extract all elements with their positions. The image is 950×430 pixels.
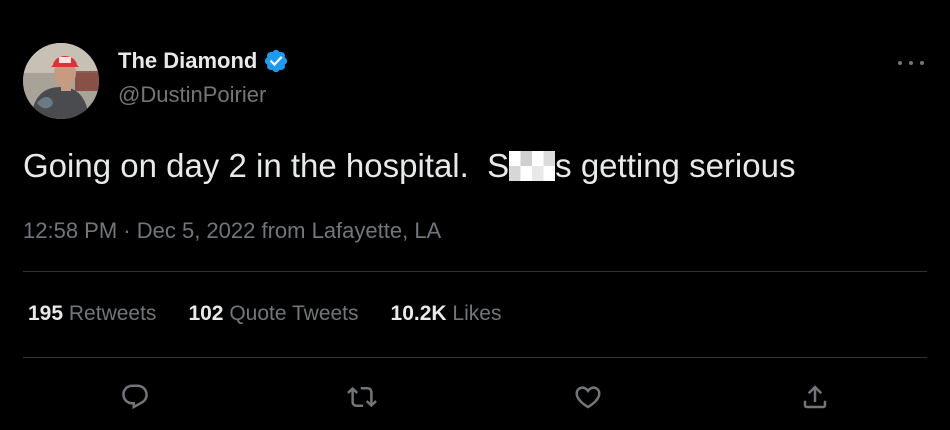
share-icon xyxy=(803,385,827,409)
likes-label: Likes xyxy=(452,302,502,325)
retweet-icon xyxy=(347,386,377,408)
more-options-button[interactable] xyxy=(898,58,924,68)
tweet-stats: 195 Retweets 102 Quote Tweets 10.2K Like… xyxy=(28,302,533,326)
retweets-count: 195 xyxy=(28,302,64,325)
retweet-button[interactable] xyxy=(340,375,384,419)
tweet-text: Going on day 2 in the hospital. S s getti… xyxy=(23,144,795,188)
retweets-label: Retweets xyxy=(68,302,157,325)
reply-button[interactable] xyxy=(113,375,157,419)
tweet-text-after: s getting serious xyxy=(555,147,796,184)
quote-tweets-label: Quote Tweets xyxy=(229,302,359,325)
avatar-image xyxy=(23,43,99,119)
quote-tweets-stat[interactable]: 102 Quote Tweets xyxy=(188,302,358,326)
display-name[interactable]: The Diamond xyxy=(118,48,257,74)
likes-count: 10.2K xyxy=(390,302,447,325)
tweet-card: The Diamond @DustinPoirier Going on day … xyxy=(0,0,950,430)
tweet-actions xyxy=(0,375,950,419)
quote-tweets-count: 102 xyxy=(188,302,224,325)
heart-icon xyxy=(575,386,601,409)
user-handle[interactable]: @DustinPoirier xyxy=(118,82,266,108)
share-button[interactable] xyxy=(793,375,837,419)
retweets-stat[interactable]: 195 Retweets xyxy=(28,302,156,326)
likes-stat[interactable]: 10.2K Likes xyxy=(391,302,502,326)
avatar[interactable] xyxy=(23,43,99,119)
tweet-timestamp[interactable]: 12:58 PM · Dec 5, 2022 from Lafayette, L… xyxy=(23,218,441,244)
verified-badge-icon xyxy=(265,49,288,73)
reply-icon xyxy=(122,384,148,410)
censored-word-block xyxy=(509,151,556,181)
divider xyxy=(23,357,927,358)
more-horizontal-icon xyxy=(898,61,902,65)
divider xyxy=(23,271,927,272)
user-name-row[interactable]: The Diamond xyxy=(118,48,289,74)
like-button[interactable] xyxy=(566,375,610,419)
tweet-text-before: Going on day 2 in the hospital. S xyxy=(23,147,510,184)
